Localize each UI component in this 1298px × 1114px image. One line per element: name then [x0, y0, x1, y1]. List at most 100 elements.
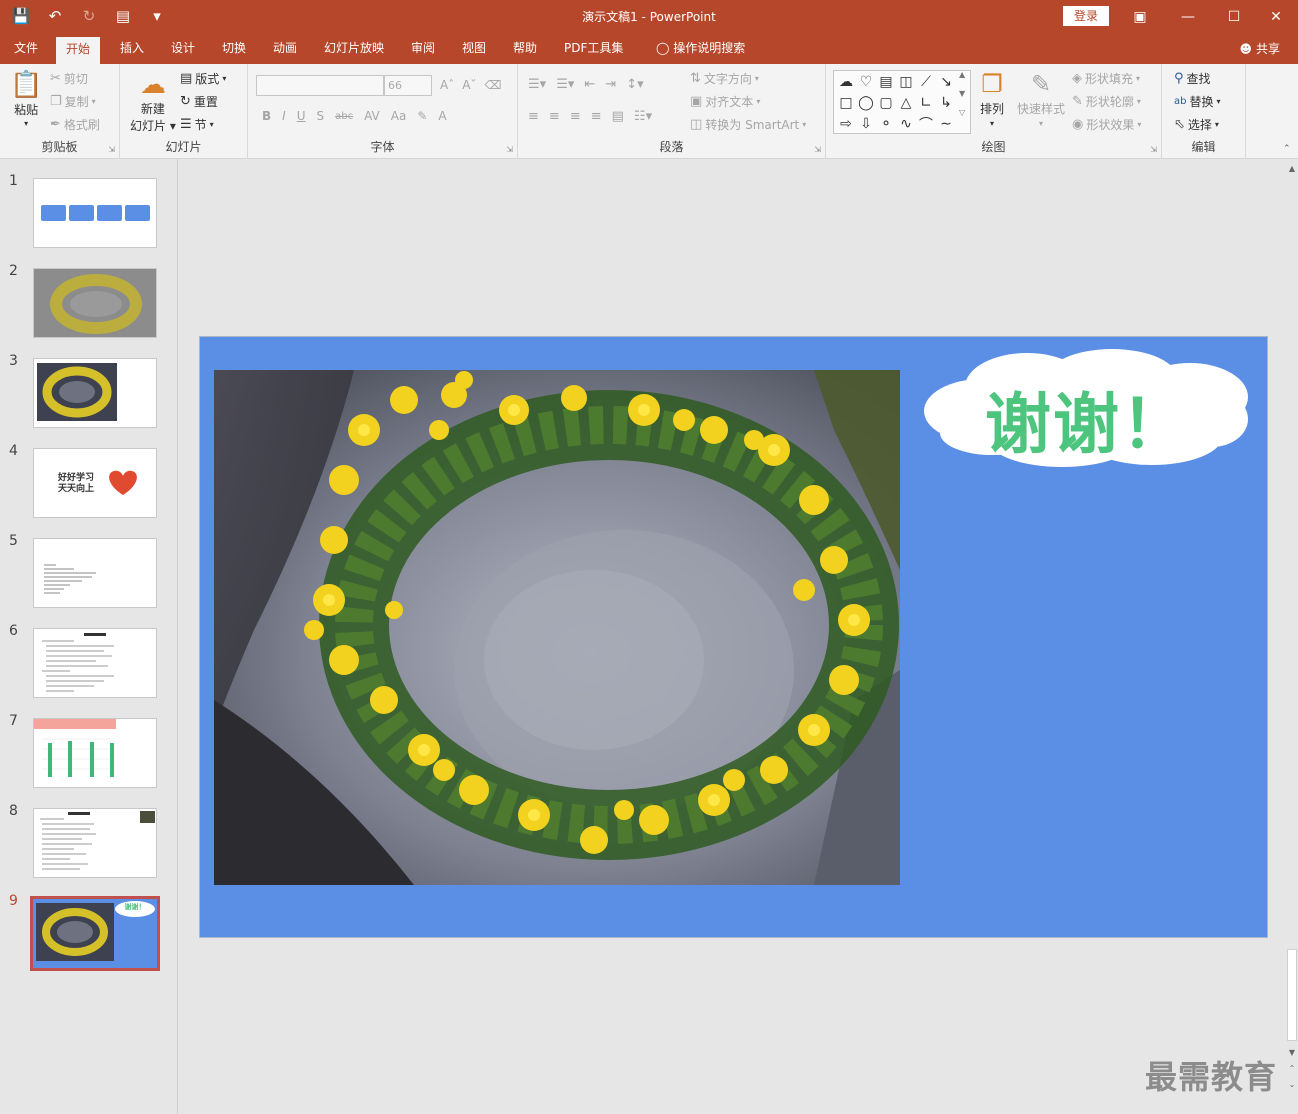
increase-indent-icon[interactable]: ⇥ — [605, 77, 616, 92]
line-shape-icon[interactable]: ⟋ — [916, 71, 936, 92]
paste-button[interactable]: 📋 粘贴 ▾ — [10, 70, 42, 128]
flower-wreath-photo[interactable] — [214, 370, 900, 885]
find-button[interactable]: ⚲ 查找 — [1174, 70, 1211, 87]
vertical-scrollbar[interactable]: ▲ ▼ ⌃ ⌄ — [1286, 159, 1298, 1114]
slide-thumbnail-3[interactable] — [33, 358, 157, 428]
format-painter-button[interactable]: ✒ 格式刷 — [50, 116, 100, 133]
arc-shape-icon[interactable]: ⌒ — [916, 113, 936, 134]
vertical-textbox-shape-icon[interactable]: ◫ — [896, 71, 916, 92]
tell-me-search[interactable]: ◯ 操作说明搜索 — [646, 34, 755, 64]
convert-smartart-button[interactable]: ◫ 转换为 SmartArt ▾ — [690, 116, 806, 133]
justify-icon[interactable]: ≡ — [591, 109, 602, 124]
underline-button[interactable]: U — [297, 109, 306, 123]
shrink-font-icon[interactable]: Aˇ — [462, 78, 476, 92]
tab-design[interactable]: 设计 — [161, 34, 205, 64]
slide-thumbnail-8[interactable] — [33, 808, 157, 878]
reset-button[interactable]: ↻ 重置 — [180, 93, 218, 110]
tab-view[interactable]: 视图 — [452, 34, 496, 64]
tab-file[interactable]: 文件 — [4, 34, 48, 64]
login-button[interactable]: 登录 — [1063, 6, 1109, 26]
maximize-icon[interactable]: ☐ — [1210, 0, 1258, 34]
shapes-gallery[interactable]: ☁ ♡ ▤ ◫ ⟋ ↘ □ ◯ ▢ △ ∟ ↳ ⇨ ⇩ ⚬ ∿ ⌒ ∼ — [833, 70, 971, 134]
slide-thumbnail-1[interactable] — [33, 178, 157, 248]
tab-pdf-tools[interactable]: PDF工具集 — [554, 34, 633, 64]
change-case-button[interactable]: Aa — [391, 109, 407, 123]
rectangle-shape-icon[interactable]: □ — [836, 92, 856, 113]
font-size-combo[interactable]: 66 — [384, 75, 432, 96]
ribbon-display-options-icon[interactable]: ▣ — [1116, 0, 1164, 34]
gallery-scroll[interactable]: ▲ ▼ ▽ — [959, 70, 965, 117]
dialog-launcher-icon[interactable]: ⇲ — [814, 145, 821, 154]
gallery-down-icon[interactable]: ▼ — [959, 89, 965, 98]
bullets-icon[interactable]: ☰▾ — [528, 77, 546, 92]
tab-animations[interactable]: 动画 — [263, 34, 307, 64]
columns-icon[interactable]: ☷▾ — [634, 109, 652, 124]
strikethrough-button[interactable]: abc — [335, 111, 353, 122]
align-right-icon[interactable]: ≡ — [570, 109, 581, 124]
decrease-indent-icon[interactable]: ⇤ — [584, 77, 595, 92]
shadow-button[interactable]: S — [317, 109, 325, 123]
tab-transitions[interactable]: 切换 — [212, 34, 256, 64]
tab-insert[interactable]: 插入 — [110, 34, 154, 64]
align-text-button[interactable]: ▣ 对齐文本 ▾ — [690, 93, 760, 110]
tab-review[interactable]: 审阅 — [401, 34, 445, 64]
shape-effects-button[interactable]: ◉ 形状效果 ▾ — [1072, 116, 1141, 133]
text-direction-button[interactable]: ⇅ 文字方向 ▾ — [690, 70, 759, 87]
slide-thumbnail-4[interactable]: 好好学习 天天向上 — [33, 448, 157, 518]
highlight-icon[interactable]: ✎ — [417, 109, 427, 123]
scroll-up-icon[interactable]: ▲ — [1287, 163, 1297, 175]
dialog-launcher-icon[interactable]: ⇲ — [1150, 145, 1157, 154]
slide-thumbnail-5[interactable] — [33, 538, 157, 608]
align-center-icon[interactable]: ≡ — [549, 109, 560, 124]
scribble-shape-icon[interactable]: ∿ — [896, 113, 916, 134]
slide-thumbnail-7[interactable] — [33, 718, 157, 788]
select-button[interactable]: ⬁ 选择 ▾ — [1174, 116, 1219, 133]
slide-thumbnail-9[interactable]: 谢谢！ — [30, 896, 160, 971]
new-slide-button[interactable]: ☁ 新建 幻灯片 ▾ — [130, 70, 176, 134]
gallery-more-icon[interactable]: ▽ — [959, 108, 965, 117]
textbox-shape-icon[interactable]: ▤ — [876, 71, 896, 92]
next-slide-icon[interactable]: ⌄ — [1287, 1079, 1297, 1091]
collapse-ribbon-icon[interactable]: ⌃ — [1283, 144, 1291, 154]
elbow-arrow-icon[interactable]: ↳ — [936, 92, 956, 113]
copy-button[interactable]: ❐ 复制 ▾ — [50, 93, 96, 110]
freeform-shape-icon[interactable]: ⚬ — [876, 113, 896, 134]
numbering-icon[interactable]: ☰▾ — [556, 77, 574, 92]
tab-slideshow[interactable]: 幻灯片放映 — [314, 34, 394, 64]
replace-button[interactable]: ab 替换 ▾ — [1174, 93, 1221, 110]
dialog-launcher-icon[interactable]: ⇲ — [506, 145, 513, 154]
close-icon[interactable]: ✕ — [1252, 0, 1298, 34]
shape-fill-button[interactable]: ◈ 形状填充 ▾ — [1072, 70, 1140, 87]
minimize-icon[interactable]: — — [1164, 0, 1212, 34]
rounded-rect-shape-icon[interactable]: ▢ — [876, 92, 896, 113]
section-button[interactable]: ☰ 节 ▾ — [180, 116, 214, 133]
align-left-icon[interactable]: ≡ — [528, 109, 539, 124]
scrollbar-thumb[interactable] — [1287, 949, 1297, 1041]
thank-you-cloud-shape[interactable]: 谢谢！ — [922, 349, 1252, 467]
elbow-connector-icon[interactable]: ∟ — [916, 92, 936, 113]
quick-styles-button[interactable]: ✎ 快速样式 ▾ — [1017, 70, 1065, 128]
layout-button[interactable]: ▤ 版式 ▾ — [180, 70, 226, 87]
arrange-button[interactable]: ❐ 排列 ▾ — [980, 70, 1004, 128]
clear-format-icon[interactable]: ⌫ — [484, 78, 501, 92]
font-name-combo[interactable] — [256, 75, 384, 96]
character-spacing-button[interactable]: AV — [364, 109, 380, 123]
slide-canvas[interactable]: 谢谢！ — [199, 336, 1268, 938]
gallery-up-icon[interactable]: ▲ — [959, 70, 965, 79]
line-spacing-icon[interactable]: ↕▾ — [626, 77, 643, 92]
font-color-button[interactable]: A — [438, 109, 446, 123]
distributed-icon[interactable]: ▤ — [612, 109, 624, 124]
dialog-launcher-icon[interactable]: ⇲ — [108, 145, 115, 154]
cloud-shape-icon[interactable]: ☁ — [836, 71, 856, 92]
triangle-shape-icon[interactable]: △ — [896, 92, 916, 113]
shape-outline-button[interactable]: ✎ 形状轮廓 ▾ — [1072, 93, 1141, 110]
thank-you-text[interactable]: 谢谢！ — [922, 371, 1252, 467]
heart-shape-icon[interactable]: ♡ — [856, 71, 876, 92]
oval-shape-icon[interactable]: ◯ — [856, 92, 876, 113]
tab-home[interactable]: 开始 — [56, 37, 101, 64]
grow-font-icon[interactable]: Aˆ — [440, 78, 454, 92]
down-arrow-shape-icon[interactable]: ⇩ — [856, 113, 876, 134]
slide-thumbnail-6[interactable] — [33, 628, 157, 698]
slide-thumbnail-2[interactable] — [33, 268, 157, 338]
tab-help[interactable]: 帮助 — [503, 34, 547, 64]
